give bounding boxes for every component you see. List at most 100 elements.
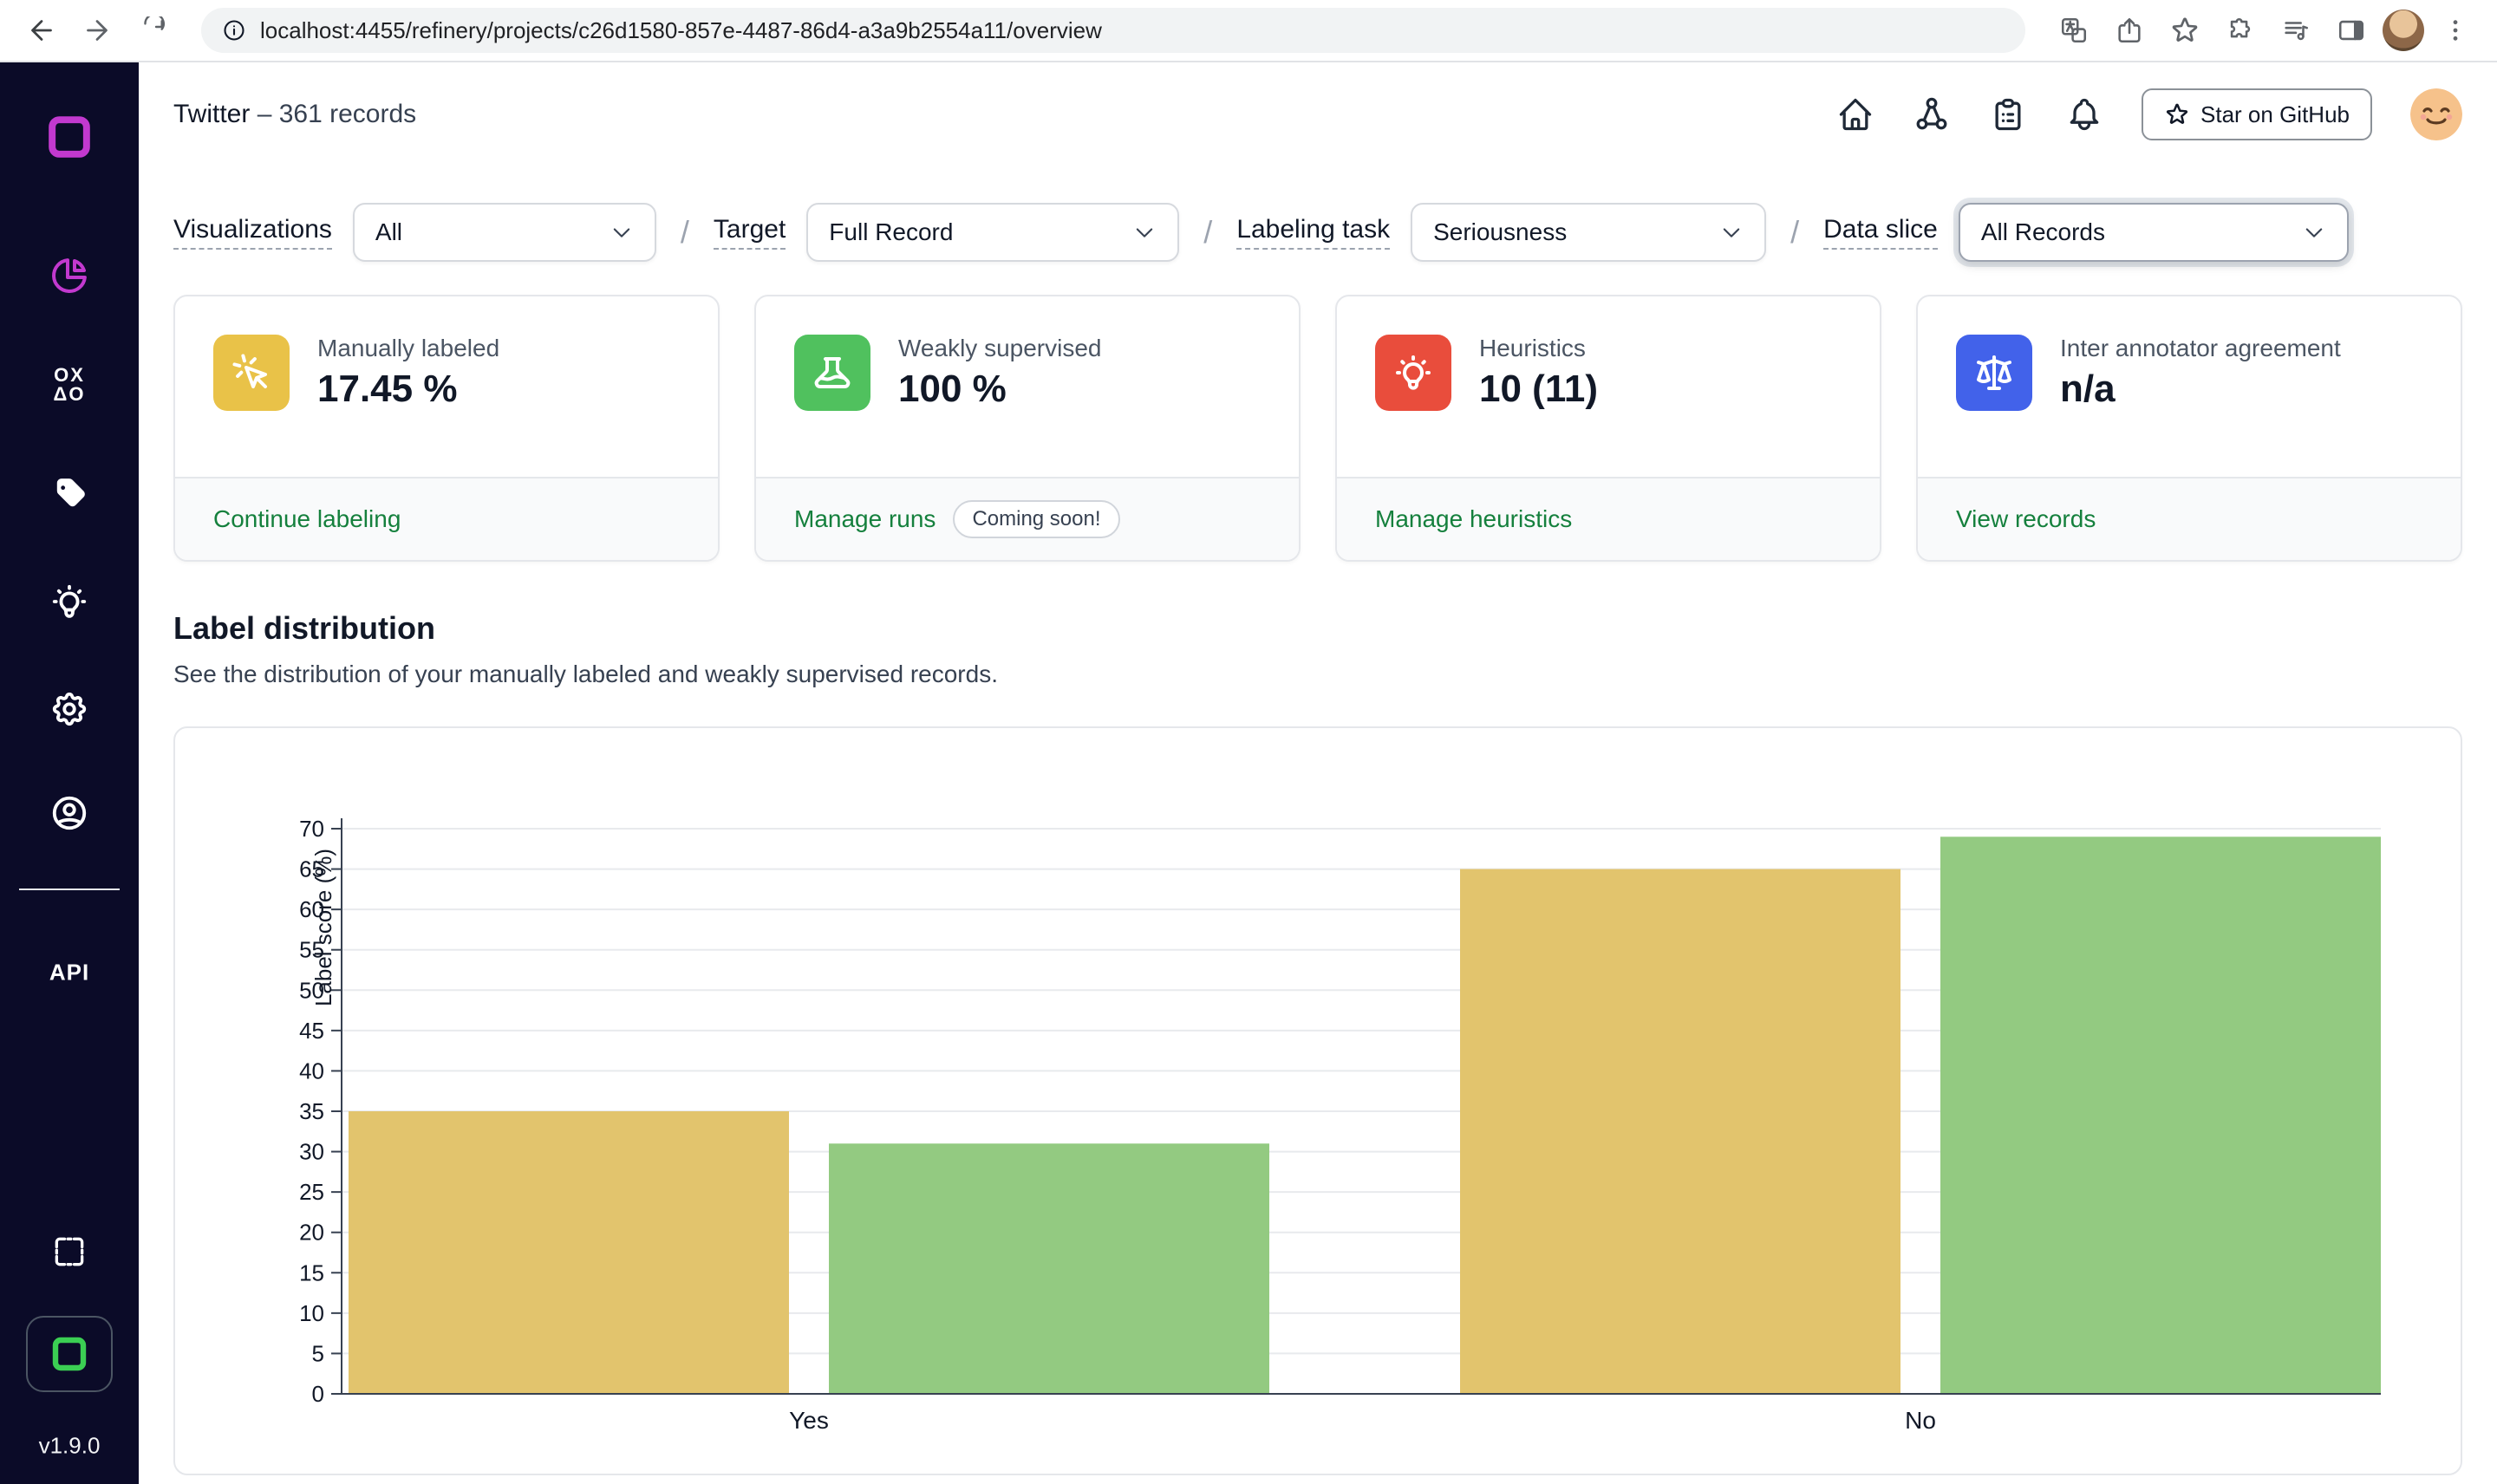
svg-text:Label score (%): Label score (%) — [310, 849, 336, 1006]
data-slice-select[interactable]: All Records — [1959, 203, 2349, 262]
svg-text:Yes: Yes — [789, 1407, 829, 1434]
changelog-button[interactable] — [1989, 95, 2027, 133]
cursor-click-icon — [231, 352, 272, 394]
sidebar-item-api[interactable]: API — [0, 960, 139, 986]
app-logo[interactable] — [0, 113, 139, 161]
svg-text:0: 0 — [312, 1381, 324, 1407]
coming-soon-badge: Coming soon! — [953, 500, 1119, 538]
star-icon — [2164, 101, 2190, 127]
selected-value: All — [375, 218, 402, 246]
bookmark-star-icon[interactable] — [2161, 8, 2209, 53]
gear-icon — [49, 689, 89, 729]
url-text: localhost:4455/refinery/projects/c26d158… — [260, 17, 1102, 44]
sidebar-item-data-browser[interactable]: OX ΔO — [0, 366, 139, 404]
sidebar-item-overview[interactable] — [0, 255, 139, 296]
label-distribution-chart[interactable]: 0510152025303540455055606570YesNoLabel s… — [175, 728, 2461, 1474]
site-info-icon[interactable] — [222, 18, 246, 42]
sidebar-divider — [0, 888, 139, 890]
extensions-icon[interactable] — [2216, 8, 2265, 53]
home-button[interactable] — [1836, 95, 1874, 133]
card-weakly-supervised: Weakly supervised 100 % Manage runs Comi… — [754, 295, 1301, 562]
chevron-down-icon — [1132, 220, 1157, 244]
labeling-task-select[interactable]: Seriousness — [1411, 203, 1766, 262]
continue-labeling-link[interactable]: Continue labeling — [213, 505, 401, 533]
forward-button[interactable] — [73, 6, 121, 55]
view-records-link[interactable]: View records — [1956, 505, 2096, 533]
svg-text:40: 40 — [299, 1058, 324, 1084]
header-actions: Star on GitHub — [1836, 88, 2462, 140]
share-icon[interactable] — [2105, 8, 2154, 53]
user-avatar[interactable] — [2410, 88, 2462, 140]
graph-button[interactable] — [1913, 95, 1951, 133]
lightbulb-icon — [49, 582, 89, 622]
beaker-icon — [812, 352, 853, 394]
browser-menu-icon[interactable] — [2431, 8, 2480, 53]
graph-icon — [1913, 95, 1951, 133]
back-button[interactable] — [17, 6, 66, 55]
version-label-wrap: v1.9.0 — [0, 1433, 139, 1460]
fullscreen-button[interactable] — [0, 1233, 139, 1271]
translate-icon[interactable] — [2050, 8, 2098, 53]
browser-toolbar: localhost:4455/refinery/projects/c26d158… — [0, 0, 2497, 62]
card-icon-tile — [1956, 335, 2032, 411]
selected-value: Full Record — [829, 218, 953, 246]
green-logo-box — [26, 1316, 113, 1392]
app-header: Twitter – 361 records Star on Gi — [173, 62, 2462, 166]
media-controls-icon[interactable] — [2272, 8, 2320, 53]
labeling-task-label: Labeling task — [1236, 215, 1390, 250]
notifications-button[interactable] — [2065, 95, 2103, 133]
svg-text:10: 10 — [299, 1300, 324, 1326]
card-value: 10 (11) — [1479, 368, 1598, 411]
manage-heuristics-link[interactable]: Manage heuristics — [1375, 505, 1572, 533]
forward-arrow-icon — [81, 15, 113, 46]
label-distribution-title: Label distribution — [173, 610, 2462, 647]
svg-text:No: No — [1905, 1407, 1936, 1434]
svg-text:5: 5 — [312, 1340, 324, 1366]
side-panel-icon[interactable] — [2327, 8, 2376, 53]
target-select[interactable]: Full Record — [806, 203, 1179, 262]
svg-text:35: 35 — [299, 1098, 324, 1124]
fullscreen-icon — [50, 1233, 88, 1271]
selected-value: All Records — [1981, 218, 2105, 246]
lightbulb-icon — [1392, 352, 1434, 394]
chevron-down-icon — [610, 220, 634, 244]
workflow-logo-button[interactable] — [0, 1316, 139, 1392]
sidebar-item-account[interactable] — [0, 793, 139, 833]
tag-icon — [50, 475, 88, 513]
browser-profile-avatar[interactable] — [2383, 10, 2424, 51]
stat-cards: Manually labeled 17.45 % Continue labeli… — [173, 295, 2462, 562]
svg-text:45: 45 — [299, 1018, 324, 1044]
clipboard-list-icon — [1989, 95, 2027, 133]
card-icon-tile — [1375, 335, 1451, 411]
card-heuristics: Heuristics 10 (11) Manage heuristics — [1335, 295, 1881, 562]
card-label: Inter annotator agreement — [2060, 335, 2341, 362]
label-distribution-card: 0510152025303540455055606570YesNoLabel s… — [173, 726, 2462, 1475]
pie-chart-icon — [49, 255, 90, 296]
avatar-emoji-icon — [2410, 88, 2462, 140]
selected-value: Seriousness — [1433, 218, 1567, 246]
reload-icon — [139, 16, 166, 44]
svg-text:20: 20 — [299, 1220, 324, 1246]
card-value: n/a — [2060, 368, 2341, 411]
star-on-github-button[interactable]: Star on GitHub — [2142, 88, 2372, 140]
home-icon — [1836, 95, 1874, 133]
url-bar[interactable]: localhost:4455/refinery/projects/c26d158… — [201, 8, 2025, 53]
card-icon-tile — [213, 335, 290, 411]
card-label: Heuristics — [1479, 335, 1598, 362]
svg-text:25: 25 — [299, 1179, 324, 1205]
sidebar-item-heuristics[interactable] — [0, 582, 139, 622]
sidebar-item-settings[interactable] — [0, 689, 139, 729]
main-content: Twitter – 361 records Star on Gi — [139, 62, 2497, 1484]
label-distribution-subtitle: See the distribution of your manually la… — [173, 661, 2462, 688]
data-slice-label: Data slice — [1823, 215, 1938, 250]
manage-runs-link[interactable]: Manage runs — [794, 505, 936, 533]
svg-text:15: 15 — [299, 1259, 324, 1285]
bell-icon — [2065, 95, 2103, 133]
sidebar-item-labeling[interactable] — [0, 475, 139, 513]
version-label: v1.9.0 — [39, 1433, 101, 1460]
visualizations-select[interactable]: All — [353, 203, 656, 262]
records-count: – 361 records — [258, 100, 416, 128]
reload-button[interactable] — [128, 6, 177, 55]
back-arrow-icon — [26, 15, 57, 46]
app-frame: OX ΔO API — [0, 62, 2497, 1484]
